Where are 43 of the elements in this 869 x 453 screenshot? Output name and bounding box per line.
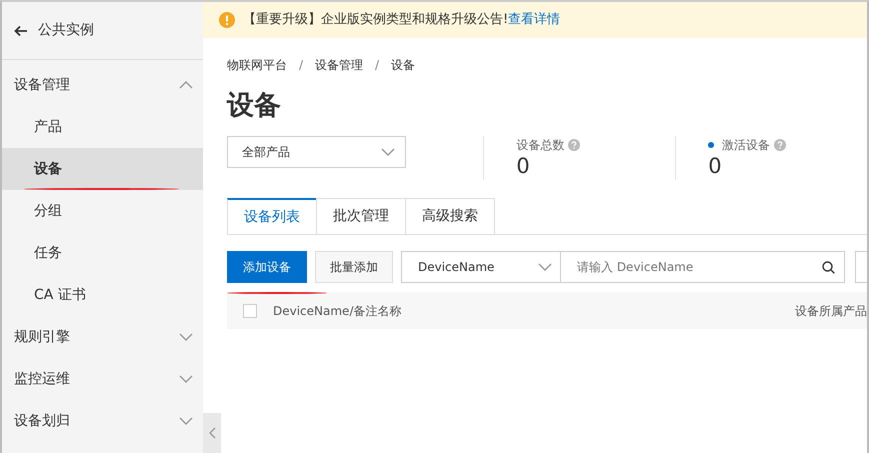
search-field[interactable]: 请输入 DeviceName <box>561 251 845 284</box>
warning-icon <box>219 12 235 28</box>
stat-label: 设备总数 <box>516 137 564 154</box>
menu-section-label: 设备划归 <box>14 412 70 430</box>
menu-item[interactable]: 分组 <box>2 190 203 232</box>
help-icon[interactable] <box>568 139 580 152</box>
add-device-button[interactable]: 添加设备 <box>227 251 307 284</box>
menu-item[interactable]: CA 证书 <box>2 274 203 316</box>
menu-section-label: 监控运维 <box>14 370 70 388</box>
back-arrow-icon[interactable] <box>14 24 28 36</box>
breadcrumb-separator: / <box>375 57 380 74</box>
collapse-handle[interactable] <box>203 413 221 453</box>
breadcrumb-separator: / <box>299 57 304 74</box>
cut-off-control[interactable] <box>855 251 867 284</box>
field-select[interactable]: DeviceName <box>401 251 561 284</box>
tab[interactable]: 设备列表 <box>227 198 317 234</box>
notice-text: 【重要升级】企业版实例类型和规格升级公告!查看详情 <box>243 11 560 30</box>
chevron-down-icon <box>538 263 552 272</box>
breadcrumb-link[interactable]: 物联网平台 <box>227 56 287 74</box>
menu-item[interactable]: 任务 <box>2 232 203 274</box>
select-all-checkbox[interactable] <box>243 304 257 318</box>
menu-item[interactable]: 设备 <box>2 148 203 190</box>
menu-item[interactable]: 产品 <box>2 106 203 148</box>
breadcrumb-link[interactable]: 设备管理 <box>315 56 364 74</box>
page-title: 设备 <box>227 90 282 122</box>
stat-label: 激活设备 <box>722 137 770 154</box>
menu-section-label: 规则引擎 <box>14 328 70 346</box>
batch-add-button[interactable]: 批量添加 <box>315 251 393 284</box>
status-dot <box>708 142 714 148</box>
chevron-down-icon <box>380 148 395 156</box>
breadcrumb-current: 设备 <box>391 57 416 74</box>
column-header: 设备所属产品 <box>795 302 867 320</box>
back-link[interactable]: 公共实例 <box>38 20 94 41</box>
menu-section-label: 设备管理 <box>14 76 70 94</box>
column-header: DeviceName/备注名称 <box>273 302 402 320</box>
product-select[interactable]: 全部产品 <box>227 136 406 168</box>
search-icon[interactable] <box>822 261 835 274</box>
chevron-left-icon <box>208 427 216 439</box>
tab[interactable]: 高级搜索 <box>405 198 495 234</box>
stat-value: 0 <box>516 154 531 180</box>
stat-value: 0 <box>708 154 723 180</box>
notice-link[interactable]: 查看详情 <box>508 12 560 28</box>
help-icon[interactable] <box>774 139 786 152</box>
